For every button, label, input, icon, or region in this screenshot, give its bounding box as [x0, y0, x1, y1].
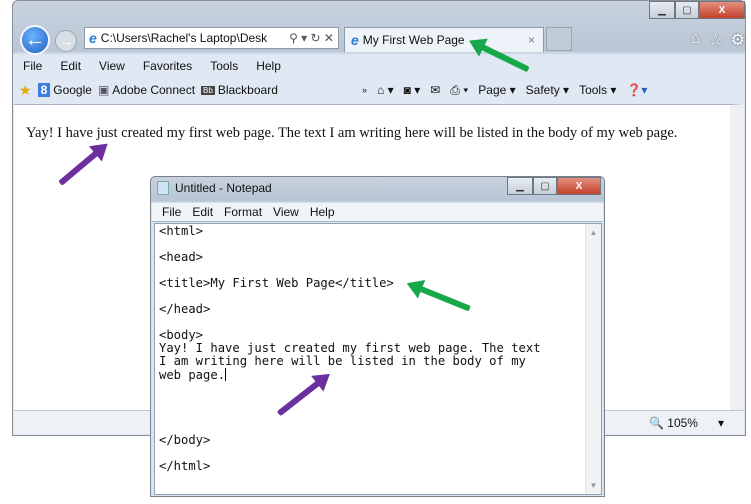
maximize-button[interactable]: ▢: [533, 177, 557, 195]
tab-title: My First Web Page: [362, 33, 465, 47]
notepad-menu-bar: File Edit Format View Help: [152, 203, 603, 222]
notepad-titlebar: Untitled - Notepad: [157, 181, 272, 195]
blackboard-icon: Bb: [201, 85, 215, 95]
google-icon: 8: [37, 83, 51, 97]
notepad-icon: [157, 181, 169, 195]
menu-favorites[interactable]: Favorites: [143, 59, 192, 73]
new-tab-button[interactable]: [546, 27, 572, 51]
menu-format[interactable]: Format: [224, 205, 262, 219]
zoom-icon: 🔍: [648, 415, 664, 430]
menu-bar: File Edit View Favorites Tools Help: [13, 55, 745, 77]
notepad-title: Untitled - Notepad: [175, 181, 272, 195]
menu-help[interactable]: Help: [310, 205, 335, 219]
page-menu[interactable]: Page ▾: [478, 83, 515, 97]
minimize-button[interactable]: ▁: [649, 1, 675, 19]
gear-icon[interactable]: ⚙: [731, 30, 745, 50]
back-button[interactable]: ←: [20, 25, 50, 55]
text-cursor: [225, 368, 227, 381]
ie-icon: e: [351, 32, 359, 48]
notepad-window-controls: ▁ ▢ X: [507, 177, 601, 195]
safety-menu[interactable]: Safety ▾: [526, 83, 569, 97]
menu-tools[interactable]: Tools: [210, 59, 238, 73]
menu-file[interactable]: File: [162, 205, 181, 219]
menu-help[interactable]: Help: [256, 59, 281, 73]
tab-my-first-web-page[interactable]: e My First Web Page ×: [344, 27, 544, 52]
ie-icon: e: [89, 30, 97, 46]
minimize-button[interactable]: ▁: [507, 177, 533, 195]
notepad-content[interactable]: <html> <head> <title>My First Web Page</…: [159, 225, 541, 474]
chevron-more-icon[interactable]: »: [362, 85, 367, 95]
favorites-icon[interactable]: ★: [19, 82, 32, 99]
adobe-icon: ▣: [97, 83, 110, 97]
close-button[interactable]: X: [557, 177, 601, 195]
menu-file[interactable]: File: [23, 59, 42, 73]
tools-menu[interactable]: Tools ▾: [579, 83, 616, 97]
mail-icon[interactable]: ✉: [430, 83, 440, 97]
favorites-star-icon[interactable]: ☆: [708, 30, 722, 50]
menu-view[interactable]: View: [99, 59, 125, 73]
notepad-window: Untitled - Notepad ▁ ▢ X File Edit Forma…: [150, 176, 605, 497]
command-bar: » ⌂ ▾ ◙ ▾ ✉ ⎙ ▾ Page ▾ Safety ▾ Tools ▾ …: [362, 78, 647, 102]
vertical-scrollbar[interactable]: ▲ ▼: [585, 224, 601, 494]
menu-view[interactable]: View: [273, 205, 299, 219]
maximize-button[interactable]: ▢: [675, 1, 699, 19]
menu-edit[interactable]: Edit: [192, 205, 213, 219]
search-refresh-stop-icons[interactable]: ⚲ ▾ ↻ ✕: [289, 31, 338, 45]
fav-google[interactable]: 8 Google: [37, 83, 92, 97]
close-button[interactable]: X: [699, 1, 745, 19]
feeds-icon[interactable]: ◙ ▾: [404, 83, 421, 97]
toolbar-right: ⌂ ☆ ⚙: [691, 30, 745, 50]
window-controls: ▁ ▢ X: [649, 1, 745, 19]
print-icon[interactable]: ⎙ ▾: [450, 83, 468, 98]
help-icon[interactable]: ❓▾: [626, 83, 647, 97]
zoom-dropdown-icon[interactable]: ▾: [718, 416, 724, 430]
notepad-text-area[interactable]: <html> <head> <title>My First Web Page</…: [154, 223, 602, 495]
fav-adobe-connect[interactable]: ▣ Adobe Connect: [98, 83, 195, 97]
address-text: C:\Users\Rachel's Laptop\Desk: [100, 31, 268, 45]
zoom-level[interactable]: 🔍 105%: [649, 416, 698, 430]
menu-edit[interactable]: Edit: [60, 59, 81, 73]
fav-blackboard[interactable]: Bb Blackboard: [201, 83, 278, 97]
home-icon[interactable]: ⌂: [691, 30, 701, 50]
forward-button[interactable]: →: [55, 30, 77, 52]
body-text: Yay! I have just created my first web pa…: [26, 125, 678, 141]
close-tab-icon[interactable]: ×: [528, 33, 535, 47]
address-bar[interactable]: e C:\Users\Rachel's Laptop\Desk ⚲ ▾ ↻ ✕: [84, 27, 339, 49]
home-icon[interactable]: ⌂ ▾: [377, 83, 394, 97]
